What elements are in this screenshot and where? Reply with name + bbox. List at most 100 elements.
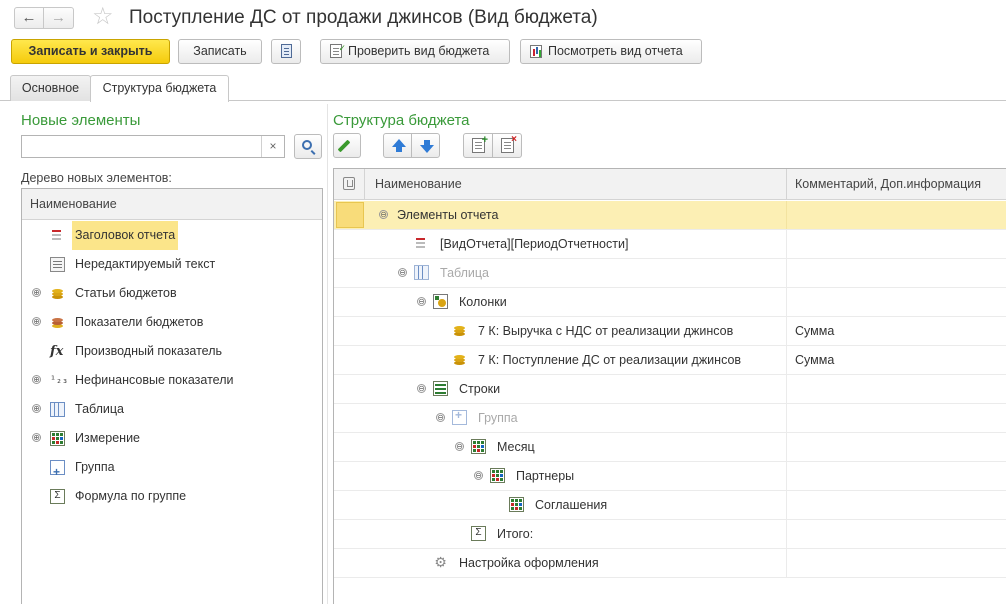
grid-header: Наименование Комментарий, Доп.информация — [334, 169, 1006, 200]
coins-icon — [452, 323, 467, 338]
table-row[interactable]: ⊖ Партнеры — [334, 462, 1006, 491]
tree-item-nonfinancial[interactable]: ⊕ ¹₂₃ Нефинансовые показатели — [22, 366, 322, 395]
group-icon — [50, 458, 65, 487]
add-row-icon: + — [472, 135, 488, 153]
expand-icon[interactable]: ⊕ — [32, 288, 41, 297]
table-row[interactable]: ⊖ Колонки — [334, 288, 1006, 317]
column-header-name[interactable]: Наименование — [366, 169, 787, 200]
expand-icon[interactable]: ⊕ — [32, 317, 41, 326]
tab-main[interactable]: Основное — [10, 75, 91, 101]
clear-search-icon[interactable]: × — [261, 136, 284, 157]
table-row[interactable]: ⚙ Настройка оформления — [334, 549, 1006, 578]
tree-item-derived-indicator[interactable]: fx Производный показатель — [22, 337, 322, 366]
table-row[interactable]: ⊖ Группа — [334, 404, 1006, 433]
tree-item-table[interactable]: ⊕ Таблица — [22, 395, 322, 424]
table-row[interactable]: 7 К: Выручка с НДС от реализации джинсов… — [334, 317, 1006, 346]
table-row[interactable]: ⊖ Месяц — [334, 433, 1006, 462]
table-icon — [414, 265, 429, 280]
forward-button[interactable]: → — [44, 7, 74, 29]
table-row[interactable]: ⊖ Элементы отчета — [334, 201, 1006, 230]
new-elements-title: Новые элементы — [21, 112, 141, 129]
tree-item-label: Показатели бюджетов — [75, 315, 204, 329]
row-label: Колонки — [459, 295, 507, 309]
search-button[interactable] — [294, 134, 322, 159]
row-comment: Сумма — [795, 324, 835, 338]
collapse-icon[interactable]: ⊖ — [417, 297, 426, 306]
check-budget-type-button[interactable]: Проверить вид бюджета — [320, 37, 510, 64]
tree-item-label: Нефинансовые показатели — [75, 373, 234, 387]
table-row[interactable]: 7 К: Поступление ДС от реализации джинсо… — [334, 346, 1006, 375]
tree-item-label: Таблица — [75, 402, 125, 416]
budget-structure-grid: Наименование Комментарий, Доп.информация… — [333, 168, 1006, 604]
pane-splitter[interactable] — [327, 104, 328, 604]
expand-icon[interactable]: ⊕ — [32, 433, 41, 442]
search-input[interactable] — [21, 135, 285, 158]
tree-item-group[interactable]: Группа — [22, 453, 322, 487]
tree-item-label: Нередактируемый текст — [75, 257, 216, 271]
tree-item-static-text[interactable]: Нередактируемый текст — [22, 250, 322, 279]
table-row[interactable]: Σ Итого: — [334, 520, 1006, 549]
nonfinancial-icon: ¹₂₃ — [50, 375, 69, 386]
row-label: Элементы отчета — [397, 208, 499, 222]
page-title: Поступление ДС от продажи джинсов (Вид б… — [129, 7, 598, 28]
table-row[interactable]: ⊖ Строки — [334, 375, 1006, 404]
column-header-comment[interactable]: Комментарий, Доп.информация — [788, 169, 981, 200]
favorite-star-icon[interactable]: ☆ — [92, 4, 114, 30]
row-label: Таблица — [440, 266, 490, 280]
group-icon — [452, 408, 467, 425]
dimension-icon — [509, 497, 524, 512]
view-report-button[interactable]: Посмотреть вид отчета — [520, 39, 702, 64]
row-label: [ВидОтчета][ПериодОтчетности] — [440, 237, 629, 251]
collapse-icon[interactable]: ⊖ — [436, 413, 445, 422]
gear-icon: ⚙ — [434, 554, 447, 570]
table-row[interactable]: [ВидОтчета][ПериодОтчетности] — [334, 230, 1006, 259]
move-up-button[interactable] — [383, 133, 412, 158]
tree-item-label: Статьи бюджетов — [75, 286, 177, 300]
row-label: Соглашения — [535, 498, 608, 512]
expand-icon[interactable]: ⊕ — [32, 375, 41, 384]
edit-button[interactable] — [333, 133, 361, 158]
tab-budget-structure[interactable]: Структура бюджета — [90, 75, 229, 102]
back-button[interactable]: ← — [14, 7, 44, 29]
document-list-button[interactable] — [271, 39, 301, 64]
collapse-icon[interactable]: ⊖ — [379, 210, 388, 219]
collapse-icon[interactable]: ⊖ — [417, 384, 426, 393]
tree-item-budget-indicators[interactable]: ⊕ Показатели бюджетов — [22, 308, 322, 337]
column-header-name[interactable]: Наименование — [22, 189, 322, 220]
tree-item-dimension[interactable]: ⊕ Измерение — [22, 424, 322, 453]
delete-element-button[interactable]: × — [492, 133, 522, 158]
view-report-label: Посмотреть вид отчета — [548, 44, 683, 58]
dimension-icon — [490, 468, 505, 483]
tree-caption: Дерево новых элементов: — [21, 171, 172, 185]
title-bar: ← → ☆ Поступление ДС от продажи джинсов … — [0, 0, 1006, 36]
tree-item-budget-articles[interactable]: ⊕ Статьи бюджетов — [22, 279, 322, 308]
collapse-icon[interactable]: ⊖ — [455, 442, 464, 451]
new-elements-tree: Наименование Заголовок отчета Нередактир… — [21, 188, 323, 604]
sigma-icon: Σ — [471, 526, 486, 541]
table-row[interactable]: ⊖ Таблица — [334, 259, 1006, 288]
tree-item-label: Измерение — [75, 431, 141, 445]
expand-icon[interactable]: ⊕ — [32, 404, 41, 413]
check-budget-type-label: Проверить вид бюджета — [348, 44, 490, 58]
tree-item-report-header[interactable]: Заголовок отчета — [22, 221, 322, 250]
coins-icon — [50, 286, 65, 301]
add-element-button[interactable]: + — [463, 133, 493, 158]
row-label: Группа — [478, 411, 518, 425]
tree-item-group-formula[interactable]: Σ Формула по группе — [22, 482, 322, 511]
report-chart-icon — [530, 45, 542, 58]
collapse-icon[interactable]: ⊖ — [474, 471, 483, 480]
row-comment: Сумма — [795, 353, 835, 367]
budget-structure-title: Структура бюджета — [333, 112, 470, 129]
delete-row-icon: × — [501, 135, 517, 153]
tree-item-label: Производный показатель — [75, 344, 223, 358]
collapse-icon[interactable]: ⊖ — [398, 268, 407, 277]
pencil-icon — [337, 139, 351, 153]
table-row[interactable]: Соглашения — [334, 491, 1006, 520]
fx-icon: fx — [50, 344, 64, 359]
row-label: Партнеры — [516, 469, 575, 483]
check-document-icon — [330, 37, 346, 60]
save-button[interactable]: Записать — [178, 39, 262, 64]
save-and-close-button[interactable]: Записать и закрыть — [11, 39, 170, 64]
move-down-button[interactable] — [411, 133, 440, 158]
column-settings[interactable] — [334, 169, 365, 200]
